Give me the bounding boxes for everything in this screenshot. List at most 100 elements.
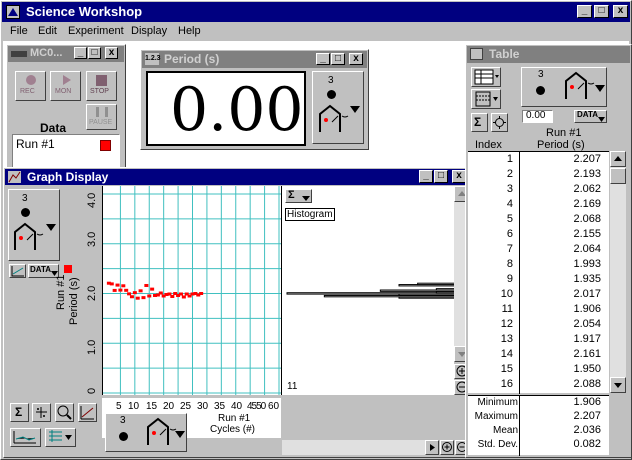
- table-add-column-button[interactable]: [471, 89, 501, 109]
- table-row-index[interactable]: 9: [468, 273, 518, 285]
- table-precision-field[interactable]: 0.00: [522, 110, 553, 123]
- table-row-value[interactable]: 2.161: [520, 348, 606, 360]
- graph-magnifier-button[interactable]: [55, 403, 74, 422]
- data-list[interactable]: Run #1: [12, 134, 120, 168]
- table-data-grid[interactable]: 1 2.207 2 2.193 3 2.062 4 2.169 5 2.068 6 2.155 7 2.0…: [468, 151, 609, 394]
- table-row-value[interactable]: 1.950: [520, 363, 606, 375]
- stat-value-mean: 2.036: [573, 424, 601, 436]
- graph-autoscale-button[interactable]: [32, 403, 51, 422]
- table-row-value[interactable]: 2.088: [520, 378, 606, 390]
- minimize-button[interactable]: _: [577, 5, 592, 18]
- close-button[interactable]: x: [613, 5, 628, 18]
- control-close-button[interactable]: x: [105, 47, 118, 59]
- table-vscrollbar[interactable]: [610, 151, 626, 393]
- table-row-value[interactable]: 2.054: [520, 318, 606, 330]
- table-display-button[interactable]: [471, 67, 501, 87]
- digits-input-selector[interactable]: 3: [312, 71, 364, 144]
- pause-button[interactable]: PAUSE: [86, 104, 117, 130]
- plot-style-icon: [13, 431, 36, 444]
- table-row-value[interactable]: 1.935: [520, 273, 606, 285]
- menu-edit[interactable]: Edit: [38, 25, 57, 37]
- table-statistics-button[interactable]: Σ: [471, 113, 488, 132]
- digits-close-button[interactable]: x: [349, 53, 363, 65]
- control-minimize-button[interactable]: _: [74, 47, 87, 59]
- control-maximize-button[interactable]: □: [88, 47, 101, 59]
- table-row-value[interactable]: 2.193: [520, 168, 606, 180]
- table-settings-button[interactable]: [491, 113, 508, 132]
- graph-axis-scale-button[interactable]: [9, 264, 26, 278]
- table-row-index[interactable]: 15: [468, 363, 518, 375]
- rec-button[interactable]: REC: [15, 71, 46, 101]
- table-row-index[interactable]: 5: [468, 213, 518, 225]
- table-row-value[interactable]: 2.207: [520, 153, 606, 165]
- table-gear-icon: [493, 116, 506, 129]
- digits-titlebar[interactable]: 1.2.3 Period (s) _ □ x: [142, 51, 367, 68]
- graph-hzoom-in-button[interactable]: [440, 440, 454, 455]
- stat-label-minimum: Minimum: [477, 397, 518, 408]
- graph-curve-fit-button[interactable]: [78, 403, 97, 422]
- menu-display[interactable]: Display: [131, 25, 167, 37]
- scroll-right-icon: [430, 444, 435, 451]
- graph-input-selector[interactable]: 3: [8, 189, 60, 261]
- graph-input-number: 3: [22, 193, 28, 204]
- graph-scroll-right-button[interactable]: [425, 440, 439, 455]
- graph-maximize-button[interactable]: □: [434, 170, 448, 183]
- graph-x-input-selector[interactable]: 3: [105, 413, 187, 452]
- app-titlebar[interactable]: Science Workshop _ □ x: [2, 2, 630, 22]
- table-row-index[interactable]: 2: [468, 168, 518, 180]
- table-row-index[interactable]: 16: [468, 378, 518, 390]
- plot-area[interactable]: [102, 186, 282, 395]
- table-scroll-down-button[interactable]: [610, 377, 626, 393]
- table-row-index[interactable]: 3: [468, 183, 518, 195]
- mon-button[interactable]: MON: [50, 71, 81, 101]
- menu-file[interactable]: File: [10, 25, 28, 37]
- graph-x-input-dropdown-icon: [175, 430, 185, 442]
- table-row-index[interactable]: 1: [468, 153, 518, 165]
- table-data-menu[interactable]: DATA: [574, 110, 607, 123]
- table-row-value[interactable]: 1.906: [520, 303, 606, 315]
- table-row-index[interactable]: 7: [468, 243, 518, 255]
- table-row-index[interactable]: 14: [468, 348, 518, 360]
- table-row-index[interactable]: 6: [468, 228, 518, 240]
- table-row-value[interactable]: 2.062: [520, 183, 606, 195]
- table-row-index[interactable]: 12: [468, 318, 518, 330]
- table-row-index[interactable]: 13: [468, 333, 518, 345]
- table-row-index[interactable]: 10: [468, 288, 518, 300]
- stop-button[interactable]: STOP: [86, 71, 117, 101]
- table-row-index[interactable]: 8: [468, 258, 518, 270]
- table-row-value[interactable]: 2.017: [520, 288, 606, 300]
- menu-experiment[interactable]: Experiment: [68, 25, 124, 37]
- table-titlebar[interactable]: Table: [467, 46, 630, 63]
- graph-minimize-button[interactable]: _: [419, 170, 433, 183]
- digits-maximize-button[interactable]: □: [331, 53, 345, 65]
- stat-label-std-dev: Std. Dev.: [477, 439, 518, 450]
- histogram-bars: [286, 282, 455, 299]
- menu-help[interactable]: Help: [178, 25, 201, 37]
- histogram-area[interactable]: Σ Histogram 11: [281, 186, 455, 395]
- table-scroll-thumb[interactable]: [610, 168, 626, 184]
- table-scroll-up-button[interactable]: [610, 151, 626, 167]
- digits-minimize-button[interactable]: _: [316, 53, 330, 65]
- app-icon[interactable]: [6, 5, 20, 19]
- graph-hscrollbar[interactable]: [282, 440, 439, 455]
- table-row-value[interactable]: 2.068: [520, 213, 606, 225]
- graph-plot-style-button[interactable]: [10, 428, 41, 447]
- pause-label: PAUSE: [89, 119, 113, 126]
- table-row-index[interactable]: 11: [468, 303, 518, 315]
- table-row-index[interactable]: 4: [468, 198, 518, 210]
- run-list-item[interactable]: Run #1: [16, 137, 55, 151]
- x-tick-25: 25: [180, 401, 192, 412]
- table-input-selector[interactable]: 3: [521, 67, 607, 107]
- maximize-button[interactable]: □: [594, 5, 609, 18]
- table-row-value[interactable]: 1.917: [520, 333, 606, 345]
- graph-titlebar[interactable]: Graph Display _ □ x: [5, 169, 469, 185]
- table-row-value[interactable]: 2.155: [520, 228, 606, 240]
- control-titlebar[interactable]: MC0... _ □ x: [8, 46, 124, 62]
- table-row-value[interactable]: 2.169: [520, 198, 606, 210]
- graph-statistics-button[interactable]: Σ: [10, 403, 29, 422]
- graph-close-button[interactable]: x: [452, 170, 466, 183]
- graph-add-plot-button[interactable]: [45, 428, 76, 447]
- table-row-value[interactable]: 2.064: [520, 243, 606, 255]
- table-row-value[interactable]: 1.993: [520, 258, 606, 270]
- data-point: [112, 288, 117, 292]
